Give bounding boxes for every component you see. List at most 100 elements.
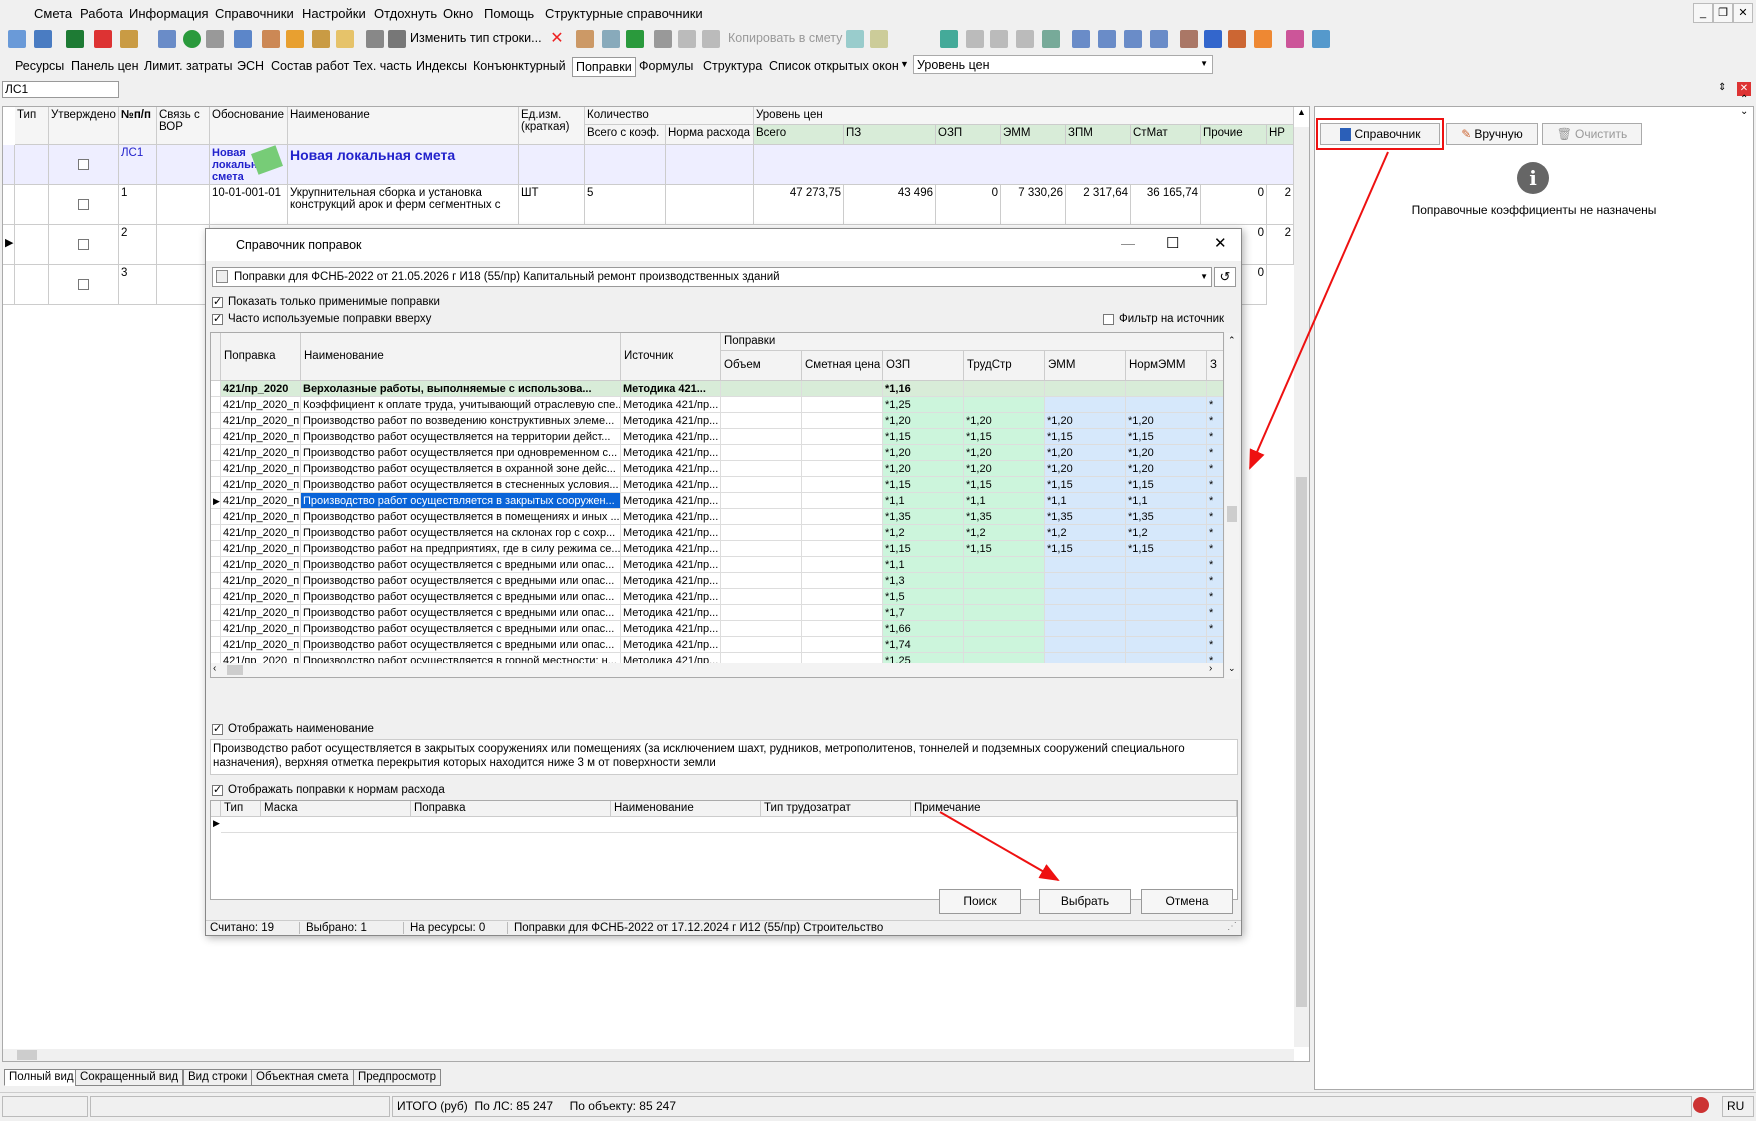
- col-source[interactable]: Источник: [621, 333, 721, 381]
- language-indicator[interactable]: RU: [1722, 1096, 1754, 1117]
- scroll-right-icon[interactable]: ›: [1209, 663, 1212, 674]
- col-ozp[interactable]: ОЗП: [936, 125, 1001, 145]
- corrections-combo[interactable]: Поправки для ФСНБ-2022 от 21.05.2026 г И…: [212, 267, 1212, 287]
- change-row-type-button[interactable]: Изменить тип строки...: [410, 31, 542, 45]
- scroll-up-icon[interactable]: ⌃: [1228, 335, 1236, 346]
- select-button[interactable]: Выбрать: [1039, 889, 1131, 914]
- copy-icon[interactable]: [602, 30, 620, 48]
- paste-icon[interactable]: [702, 30, 720, 48]
- clone-icon[interactable]: [846, 30, 864, 48]
- approved-checkbox[interactable]: [78, 279, 89, 290]
- insert-icon[interactable]: [34, 30, 52, 48]
- col-volume[interactable]: Объем: [721, 351, 802, 381]
- expand-icon[interactable]: ⌄: [1740, 106, 1748, 117]
- tab-object-smeta[interactable]: Объектная смета: [251, 1069, 354, 1086]
- menu-smeta[interactable]: Смета: [34, 6, 72, 21]
- restore-icon[interactable]: ❐: [1713, 3, 1733, 23]
- col-unit[interactable]: Ед.изм. (краткая): [519, 107, 585, 145]
- horizontal-scrollbar[interactable]: ‹ ›: [211, 663, 1223, 677]
- hammer-icon[interactable]: [1180, 30, 1198, 48]
- tab-struktura[interactable]: Структура: [700, 57, 765, 77]
- correction-row[interactable]: 421/пр_2020_пПроизводство работ осуществ…: [211, 429, 1223, 445]
- align-icon[interactable]: [1124, 30, 1142, 48]
- books-icon[interactable]: [1286, 30, 1304, 48]
- doc3-icon[interactable]: [990, 30, 1008, 48]
- box-icon[interactable]: [312, 30, 330, 48]
- cut-icon[interactable]: [654, 30, 672, 48]
- pile-icon[interactable]: [1228, 30, 1246, 48]
- doc-icon[interactable]: [234, 30, 252, 48]
- correction-row[interactable]: 421/пр_2020_п Коэффициент к оплате труда,…: [211, 397, 1223, 413]
- tab-konjunkt[interactable]: Конъюнктурный: [470, 57, 569, 77]
- doc4-icon[interactable]: [1016, 30, 1034, 48]
- tab-resursy[interactable]: Ресурсы: [12, 57, 67, 77]
- cancel-button[interactable]: Отмена: [1141, 889, 1233, 914]
- hscroll-thumb[interactable]: [227, 665, 243, 675]
- correction-row[interactable]: 421/пр_2020_п Производство работ на предп…: [211, 541, 1223, 557]
- menu-info[interactable]: Информация: [129, 6, 209, 21]
- col-labor-type[interactable]: Тип трудозатрат: [761, 801, 911, 817]
- scroll-down-icon[interactable]: ⌄: [1228, 663, 1236, 674]
- col-total[interactable]: Всего: [754, 125, 844, 145]
- col-trud[interactable]: ТрудСтр: [964, 351, 1045, 381]
- correction-row[interactable]: 421/пр_2020 Верхолазные работы, выполняем…: [211, 381, 1223, 397]
- collapse-icon[interactable]: ⌃: [1740, 94, 1748, 105]
- correction-row[interactable]: 421/пр_2020_пПроизводство работ осуществ…: [211, 477, 1223, 493]
- chat-icon[interactable]: [336, 30, 354, 48]
- tools-icon[interactable]: [576, 30, 594, 48]
- ls-field[interactable]: ЛС1: [2, 81, 119, 98]
- menu-nastroiki[interactable]: Настройки: [302, 6, 366, 21]
- scroll-thumb[interactable]: [1227, 506, 1237, 522]
- copy2-icon[interactable]: [678, 30, 696, 48]
- col-qty-total[interactable]: Всего с коэф.: [585, 125, 666, 145]
- list-icon[interactable]: [1042, 30, 1060, 48]
- correction-row[interactable]: 421/пр_2020_пПроизводство работ осуществ…: [211, 589, 1223, 605]
- scroll-arrow-icon[interactable]: ⇕: [1718, 82, 1726, 93]
- indent-icon[interactable]: [1072, 30, 1090, 48]
- outdent-icon[interactable]: [1098, 30, 1116, 48]
- col-name[interactable]: Наименование: [288, 107, 519, 145]
- correction-row[interactable]: 421/пр_2020_пПроизводство работ осуществ…: [211, 445, 1223, 461]
- col-note[interactable]: Примечание: [911, 801, 1237, 817]
- tab-short-view[interactable]: Сокращенный вид: [75, 1069, 184, 1086]
- col-emm[interactable]: ЭММ: [1045, 351, 1126, 381]
- show-name-checkbox[interactable]: [212, 722, 223, 735]
- frequent-checkbox[interactable]: [212, 312, 223, 325]
- col-z[interactable]: З: [1207, 351, 1223, 381]
- doc2-icon[interactable]: [966, 30, 984, 48]
- truck-icon[interactable]: [366, 30, 384, 48]
- col-qty-norm[interactable]: Норма расхода: [666, 125, 754, 145]
- close-icon[interactable]: ✕: [1733, 3, 1753, 23]
- paste-special-icon[interactable]: [870, 30, 888, 48]
- menu-okno[interactable]: Окно: [443, 6, 473, 21]
- col-other[interactable]: Прочие: [1201, 125, 1267, 145]
- approved-checkbox[interactable]: [78, 199, 89, 210]
- scroll-thumb[interactable]: [1296, 477, 1307, 1007]
- tab-row-view[interactable]: Вид строки: [183, 1069, 253, 1086]
- minimize-icon[interactable]: _: [1693, 3, 1713, 23]
- tab-full-view[interactable]: Полный вид: [4, 1069, 79, 1086]
- col-emm[interactable]: ЭММ: [1001, 125, 1066, 145]
- approved-checkbox[interactable]: [78, 159, 89, 170]
- manual-button[interactable]: ✎ Вручную: [1446, 123, 1538, 145]
- tab-panel-cen[interactable]: Панель цен: [68, 57, 142, 77]
- magnify-icon[interactable]: [120, 30, 138, 48]
- tab-tech[interactable]: Тех. часть: [350, 57, 415, 77]
- pdf-icon[interactable]: [94, 30, 112, 48]
- machine-icon[interactable]: [388, 30, 406, 48]
- correction-row[interactable]: 421/пр_2020_п Производство работ по возве…: [211, 413, 1223, 429]
- norms-checkbox[interactable]: [212, 783, 223, 796]
- chevron-down-icon[interactable]: ▼: [900, 59, 909, 69]
- correction-row[interactable]: 421/пр_2020_пПроизводство работ осуществ…: [211, 557, 1223, 573]
- vertical-scrollbar[interactable]: [1294, 127, 1309, 1047]
- col-link[interactable]: Связь с ВОР: [157, 107, 210, 145]
- delete-icon[interactable]: ✕: [548, 30, 566, 48]
- tab-open-windows[interactable]: Список открытых окон: [766, 57, 902, 77]
- tab-popravki[interactable]: Поправки: [572, 57, 636, 77]
- col-price[interactable]: Сметная цена: [802, 351, 883, 381]
- tab-preview[interactable]: Предпросмотр: [353, 1069, 441, 1086]
- col-norm-name[interactable]: Наименование: [611, 801, 761, 817]
- menu-otdohnut[interactable]: Отдохнуть: [374, 6, 437, 21]
- save-icon[interactable]: [158, 30, 176, 48]
- add-row-icon[interactable]: [8, 30, 26, 48]
